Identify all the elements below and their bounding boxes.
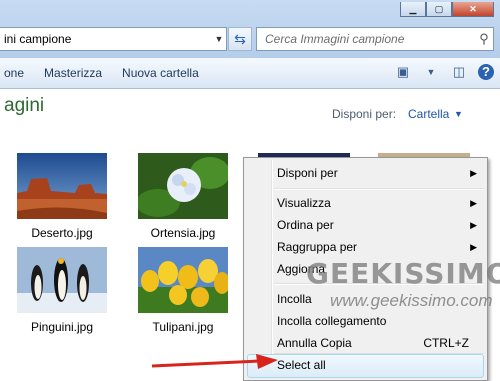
toolbar-right: ▣ ▼ ◫ ?: [394, 64, 494, 80]
close-button[interactable]: ✕: [452, 2, 494, 17]
menu-item-select-all[interactable]: Select all: [277, 358, 326, 372]
file-label[interactable]: Tulipani.jpg: [123, 320, 243, 334]
maximize-button[interactable]: ▢: [426, 2, 452, 17]
library-title: agini: [4, 95, 45, 116]
thumbnail-tulipani[interactable]: [138, 247, 228, 313]
chevron-down-icon[interactable]: ▼: [422, 64, 440, 80]
menu-item-annulla-copia[interactable]: Annulla Copia: [277, 336, 352, 350]
help-icon[interactable]: ?: [478, 64, 494, 80]
refresh-button[interactable]: ⇆: [228, 27, 252, 51]
file-label[interactable]: Ortensia.jpg: [123, 226, 243, 240]
submenu-arrow-icon: ▶: [470, 220, 477, 230]
menu-item-visualizza[interactable]: Visualizza: [277, 196, 331, 210]
menu-separator: [274, 188, 484, 190]
arrange-by-label: Disponi per:: [332, 107, 397, 121]
views-icon[interactable]: ▣: [394, 64, 412, 80]
menu-item-incolla-collegamento[interactable]: Incolla collegamento: [277, 314, 386, 328]
minimize-icon: ▁: [409, 3, 417, 14]
arrange-by-dropdown[interactable]: Cartella: [408, 107, 449, 121]
address-path: ini campione: [4, 32, 72, 46]
new-folder-button[interactable]: Nuova cartella: [114, 66, 211, 80]
window-chrome: ▁ ▢ ✕ ini campione ▼ ⇆ Cerca Immagini ca…: [0, 0, 500, 58]
minimize-button[interactable]: ▁: [400, 2, 426, 17]
chevron-down-icon[interactable]: ▼: [454, 109, 463, 119]
refresh-icon: ⇆: [234, 30, 246, 47]
menu-shortcut: CTRL+Z: [423, 336, 469, 350]
submenu-arrow-icon: ▶: [470, 168, 477, 178]
file-label[interactable]: Deserto.jpg: [2, 226, 122, 240]
menu-item-disponi-per[interactable]: Disponi per: [277, 166, 338, 180]
chevron-down-icon[interactable]: ▼: [212, 34, 226, 44]
submenu-arrow-icon: ▶: [470, 242, 477, 252]
thumbnail-pinguini[interactable]: [17, 247, 107, 313]
menu-item-incolla[interactable]: Incolla: [277, 292, 312, 306]
watermark-logo: GEEKISSIMO: [306, 257, 500, 290]
thumbnail-deserto[interactable]: [17, 153, 107, 219]
watermark-url: www.geekissimo.com: [330, 291, 493, 310]
search-icon[interactable]: ⚲: [475, 31, 493, 47]
preview-pane-icon[interactable]: ◫: [450, 64, 468, 80]
close-icon: ✕: [469, 3, 477, 14]
file-label[interactable]: Pinguini.jpg: [2, 320, 122, 334]
toolbar-item-partial[interactable]: one: [0, 66, 36, 80]
address-bar[interactable]: ini campione ▼: [0, 27, 227, 51]
menu-item-raggruppa-per[interactable]: Raggruppa per: [277, 240, 357, 254]
thumbnail-ortensia[interactable]: [138, 153, 228, 219]
burn-button[interactable]: Masterizza: [36, 66, 114, 80]
command-bar: one Masterizza Nuova cartella ▣ ▼ ◫ ?: [0, 58, 500, 89]
submenu-arrow-icon: ▶: [470, 198, 477, 208]
annotation-arrow: [151, 354, 278, 369]
maximize-icon: ▢: [434, 3, 444, 14]
menu-item-ordina-per[interactable]: Ordina per: [277, 218, 334, 232]
menu-gutter: [271, 160, 273, 378]
search-box[interactable]: Cerca Immagini campione ⚲: [256, 27, 494, 51]
search-input[interactable]: Cerca Immagini campione: [257, 32, 475, 46]
window-controls: ▁ ▢ ✕: [400, 2, 494, 17]
